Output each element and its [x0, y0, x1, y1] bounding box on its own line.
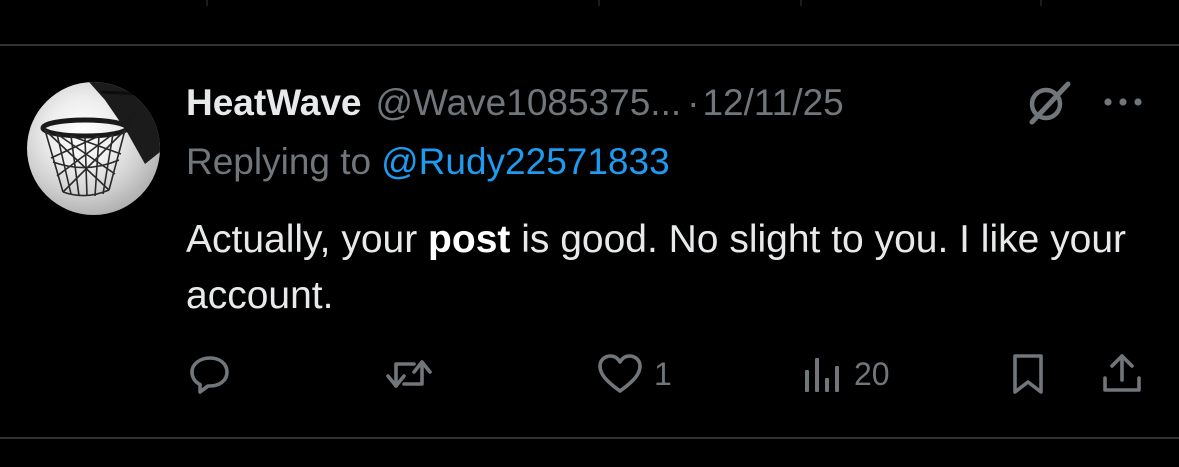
retweet-button[interactable] — [384, 352, 434, 396]
post-date[interactable]: 12/11/25 — [702, 82, 843, 124]
avatar[interactable] — [27, 82, 160, 215]
divider-bottom — [0, 437, 1179, 439]
post-text-part1: Actually, your — [186, 218, 429, 261]
replying-to-handle-link[interactable]: @Rudy22571833 — [381, 141, 670, 183]
like-count: 1 — [654, 355, 672, 392]
share-button[interactable] — [1100, 352, 1144, 396]
retweet-icon — [386, 360, 432, 388]
views-button[interactable]: 20 — [800, 352, 890, 396]
replying-to-label: Replying to — [186, 141, 372, 182]
bookmark-icon — [1013, 354, 1043, 394]
display-name[interactable]: HeatWave — [186, 82, 361, 124]
views-icon — [805, 358, 839, 392]
share-icon — [1103, 354, 1141, 392]
reply-button[interactable] — [188, 352, 232, 396]
reply-icon — [190, 356, 229, 394]
heart-icon — [598, 354, 642, 393]
basketball-hoop-image — [40, 82, 160, 197]
post-text-bold: post — [428, 218, 511, 261]
replying-to: Replying to @Rudy22571833 — [186, 137, 670, 187]
like-button[interactable]: 1 — [596, 352, 672, 396]
post-text: Actually, your post is good. No slight t… — [186, 212, 1146, 324]
bookmark-button[interactable] — [1010, 352, 1046, 396]
grok-icon[interactable] — [1020, 80, 1076, 126]
separator-dot: · — [687, 82, 700, 123]
post-header: HeatWave @Wave1085375... · 12/11/25 — [186, 78, 844, 128]
more-icon[interactable] — [1100, 92, 1148, 112]
user-handle[interactable]: @Wave1085375... — [375, 82, 681, 124]
divider-top — [0, 44, 1179, 46]
views-count: 20 — [854, 355, 890, 392]
